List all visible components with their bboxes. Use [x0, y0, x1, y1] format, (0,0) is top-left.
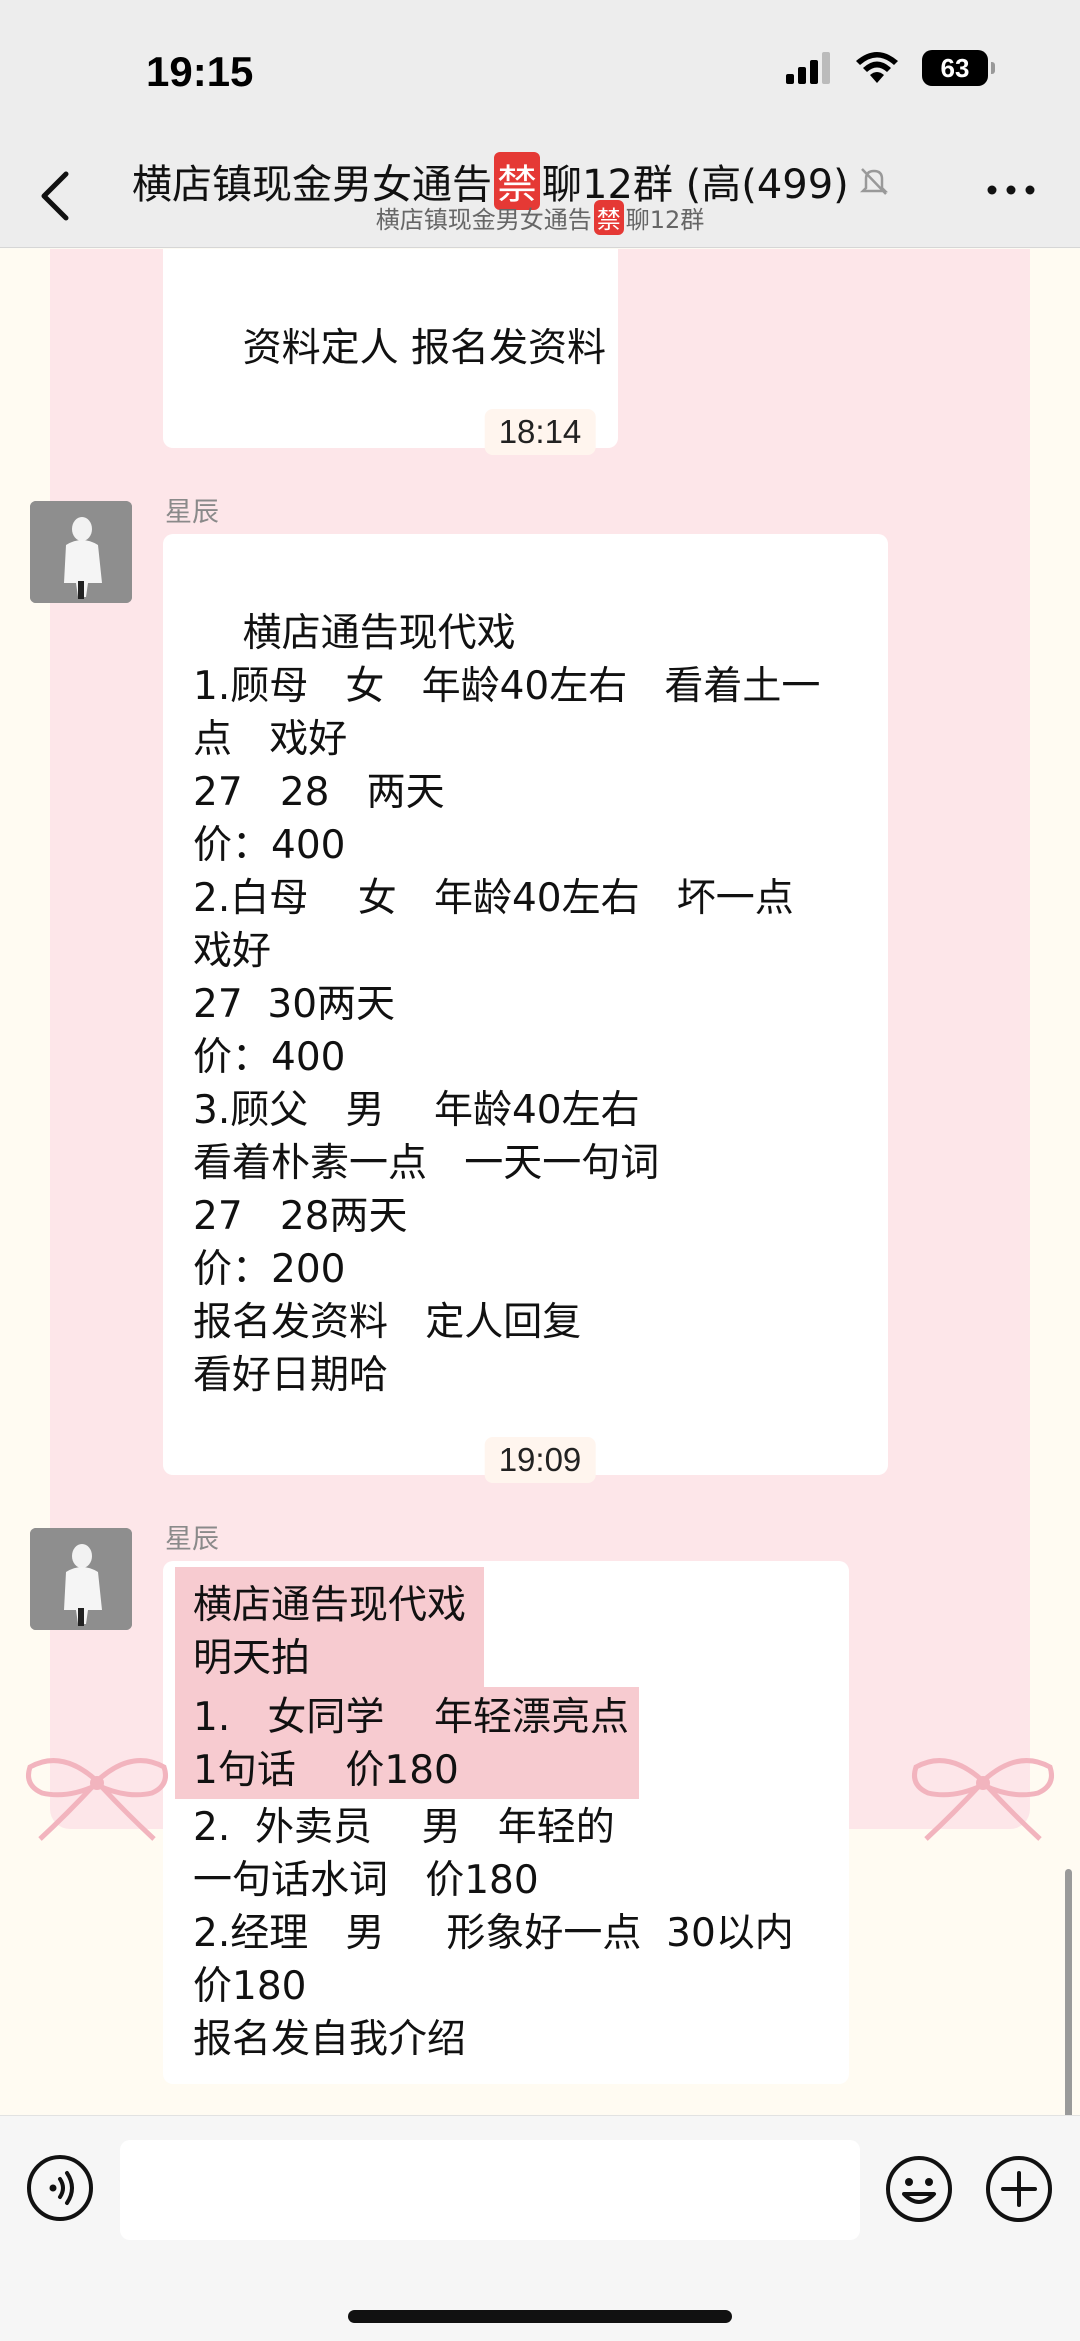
message-text-rest: 2. 外卖员 男 年轻的 一句话水词 价180 2.经理 男 形象好一点 30以… — [175, 1799, 837, 2066]
group-subtitle: 横店镇现金男女通告禁聊12群 — [0, 200, 1080, 235]
message-text: 横店通告现代戏 1.顾母 女 年龄40左右 看着土一 点 戏好 27 28 两天… — [193, 611, 821, 1398]
timestamp: 18:14 — [484, 409, 596, 455]
avatar[interactable] — [30, 501, 132, 603]
highlighted-text-block: 1. 女同学 年轻漂亮点 1句话 价180 — [175, 1687, 639, 1799]
home-indicator — [348, 2310, 732, 2323]
timestamp: 19:09 — [484, 1437, 596, 1483]
input-bar — [0, 2115, 1080, 2341]
status-icons: 63 — [786, 50, 995, 86]
scrollbar[interactable] — [1065, 1869, 1072, 2115]
status-time: 19:15 — [146, 48, 254, 95]
left-bow-decoration-icon — [26, 1758, 168, 1841]
message-bubble[interactable]: 横店通告现代戏 1.顾母 女 年龄40左右 看着土一 点 戏好 27 28 两天… — [163, 534, 888, 1475]
chat-message-list[interactable]: 资料定人 报名发资料 18:14 星辰 横店通告现代戏 1.顾母 女 年龄40左… — [0, 249, 1080, 2115]
battery-indicator: 63 — [922, 50, 995, 86]
message-text: 资料定人 报名发资料 — [242, 326, 606, 371]
status-bar: 19:15 63 — [0, 0, 1080, 140]
message-text: 横店通告现代戏 明天拍 — [193, 1583, 467, 1681]
sender-name: 星辰 — [165, 497, 219, 528]
avatar[interactable] — [30, 1528, 132, 1630]
highlighted-text-block: 横店通告现代戏 明天拍 — [175, 1567, 485, 1687]
subtitle-part1: 横店镇现金男女通告 — [375, 206, 592, 234]
more-actions-plus-button[interactable] — [984, 2154, 1054, 2224]
cellular-signal-icon — [786, 52, 830, 84]
wifi-icon — [856, 52, 898, 83]
right-bow-decoration-icon — [912, 1758, 1054, 1841]
subtitle-ban-emoji: 禁 — [593, 200, 624, 235]
mute-bell-icon — [859, 168, 888, 195]
subtitle-part2: 聊12群 — [625, 206, 705, 234]
avatar-figure-icon — [30, 1528, 132, 1630]
chat-header: 横店镇现金男女通告禁聊12群 (高(499) 横店镇现金男女通告禁聊12群 — [0, 140, 1080, 248]
sender-name: 星辰 — [165, 1524, 219, 1555]
avatar-figure-icon — [30, 501, 132, 603]
message-text: 1. 女同学 年轻漂亮点 1句话 价180 — [193, 1695, 629, 1793]
voice-input-button[interactable] — [26, 2154, 94, 2222]
message-input[interactable] — [120, 2140, 860, 2240]
message-text: 2. 外卖员 男 年轻的 一句话水词 价180 2.经理 男 形象好一点 30以… — [193, 1805, 794, 2062]
more-options-button[interactable] — [986, 180, 1036, 200]
message-bubble[interactable]: 横店通告现代戏 明天拍 1. 女同学 年轻漂亮点 1句话 价180 2. 外卖员… — [163, 1561, 849, 2084]
emoji-button[interactable] — [884, 2154, 954, 2224]
